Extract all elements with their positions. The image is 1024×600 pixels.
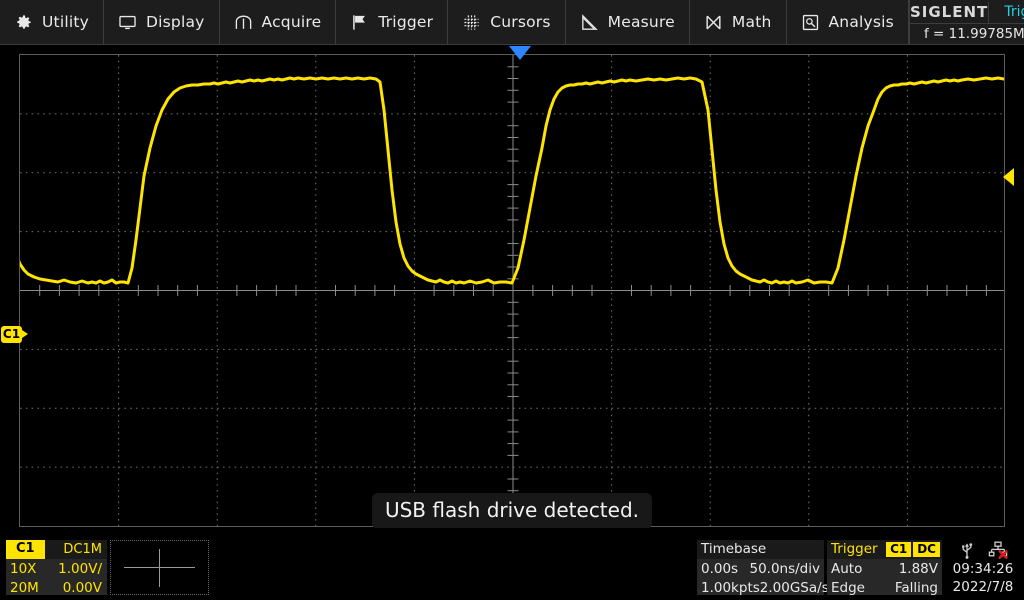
timebase-header: Timebase [697, 540, 824, 559]
channel-header: C1 DC1M [6, 540, 107, 559]
measure-icon [580, 13, 599, 32]
menu-label: Cursors [490, 13, 551, 31]
menu-item-measure[interactable]: Measure [566, 0, 690, 44]
waveform-plot [20, 55, 1004, 526]
frequency-readout: f = 11.99785MHz [923, 26, 1024, 42]
trigger-level-marker[interactable] [1003, 168, 1014, 186]
channel-row-probe: 10X 1.00V/ [6, 559, 107, 578]
menu-item-cursors[interactable]: Cursors [448, 0, 566, 44]
flag-icon [350, 13, 369, 32]
trigger-type: Edge [831, 580, 865, 596]
channel-probe: 10X [10, 561, 37, 577]
trigger-position-marker[interactable] [509, 46, 531, 60]
trigger-coupling: DC [913, 542, 940, 557]
menu-item-acquire[interactable]: Acquire [220, 0, 337, 44]
timebase-delay: 0.00s [701, 561, 739, 577]
trigger-title: Trigger [831, 541, 878, 557]
trigger-source: C1 [886, 542, 912, 557]
system-panel: 09:34:26 2022/7/8 [945, 540, 1021, 595]
channel-offset: 0.00V [62, 580, 102, 596]
channel-bandwidth: 20M [10, 580, 39, 596]
channel-ground-marker[interactable]: C1 [1, 326, 28, 343]
status-top-row: SIGLENT Trig'd [909, 1, 1024, 24]
trigger-slope: Falling [894, 580, 938, 596]
timebase-panel[interactable]: Timebase 0.00s 50.0ns/div 1.00kpts 2.00G… [697, 540, 829, 597]
toast-message: USB flash drive detected. [371, 493, 653, 529]
siglent-logo: SIGLENT [909, 3, 989, 21]
channel-panel-c1[interactable]: C1 DC1M 10X 1.00V/ 20M 0.00V [6, 540, 107, 597]
menu-label: Measure [607, 13, 675, 31]
crosshair-indicator [110, 540, 209, 595]
menu-item-math[interactable]: Math [690, 0, 787, 44]
oscilloscope-screen: Utility Display Acquire Trigger Cursors … [0, 0, 1024, 600]
menu-label: Acquire [261, 13, 322, 31]
lan-disconnected-icon [988, 541, 1008, 559]
menu-item-trigger[interactable]: Trigger [336, 0, 449, 44]
trigger-header: Trigger C1 DC [827, 540, 942, 559]
timebase-row-2: 1.00kpts 2.00GSa/s [697, 578, 829, 597]
timebase-sample-rate: 2.00GSa/s [759, 580, 829, 596]
trigger-row-2: Edge Falling [827, 578, 942, 597]
menu-label: Math [731, 13, 772, 31]
monitor-icon [118, 13, 137, 32]
bottom-status-bar: C1 DC1M 10X 1.00V/ 20M 0.00V Timebase 0.… [0, 528, 1024, 600]
acquire-icon [234, 13, 253, 32]
usb-icon [959, 541, 975, 559]
gear-icon [14, 13, 33, 32]
trigger-mode: Auto [831, 561, 863, 577]
channel-coupling: DC1M [63, 542, 102, 557]
menu-label: Utility [42, 13, 89, 31]
top-menu-bar: Utility Display Acquire Trigger Cursors … [0, 0, 1024, 45]
math-icon [704, 13, 723, 32]
channel-volts-per-div: 1.00V/ [58, 561, 102, 577]
analysis-icon [801, 13, 820, 32]
trigger-row-1: Auto 1.88V [827, 559, 942, 578]
timebase-title: Timebase [701, 541, 767, 557]
crosshair-vertical [159, 549, 160, 587]
menu-label: Display [146, 13, 205, 31]
trigger-panel[interactable]: Trigger C1 DC Auto 1.88V Edge Falling [827, 540, 942, 597]
channel-badge: C1 [6, 540, 45, 559]
menu-item-utility[interactable]: Utility [0, 0, 104, 44]
menu-item-analysis[interactable]: Analysis [787, 0, 909, 44]
trigger-status-badge: Trig'd [988, 1, 1024, 23]
waveform-trace-c1 [20, 76, 1004, 285]
trigger-level: 1.88V [898, 561, 938, 577]
menu-item-display[interactable]: Display [104, 0, 220, 44]
trigger-source-badges: C1 DC [886, 542, 942, 557]
timebase-row-1: 0.00s 50.0ns/div [697, 559, 824, 578]
system-date: 2022/7/8 [952, 579, 1014, 595]
status-block: SIGLENT Trig'd f = 11.99785MHz [908, 0, 1024, 44]
timebase-memory-depth: 1.00kpts [701, 580, 760, 596]
menu-label: Analysis [828, 13, 894, 31]
menu-label: Trigger [378, 13, 434, 31]
channel-row-bandwidth: 20M 0.00V [6, 578, 107, 597]
system-time: 09:34:26 [952, 561, 1014, 577]
waveform-display-area[interactable]: C1 USB flash drive detected. [0, 45, 1024, 529]
system-icons [945, 540, 1021, 560]
timebase-time-per-div: 50.0ns/div [749, 561, 820, 577]
crosshair-grid-icon [462, 13, 481, 32]
